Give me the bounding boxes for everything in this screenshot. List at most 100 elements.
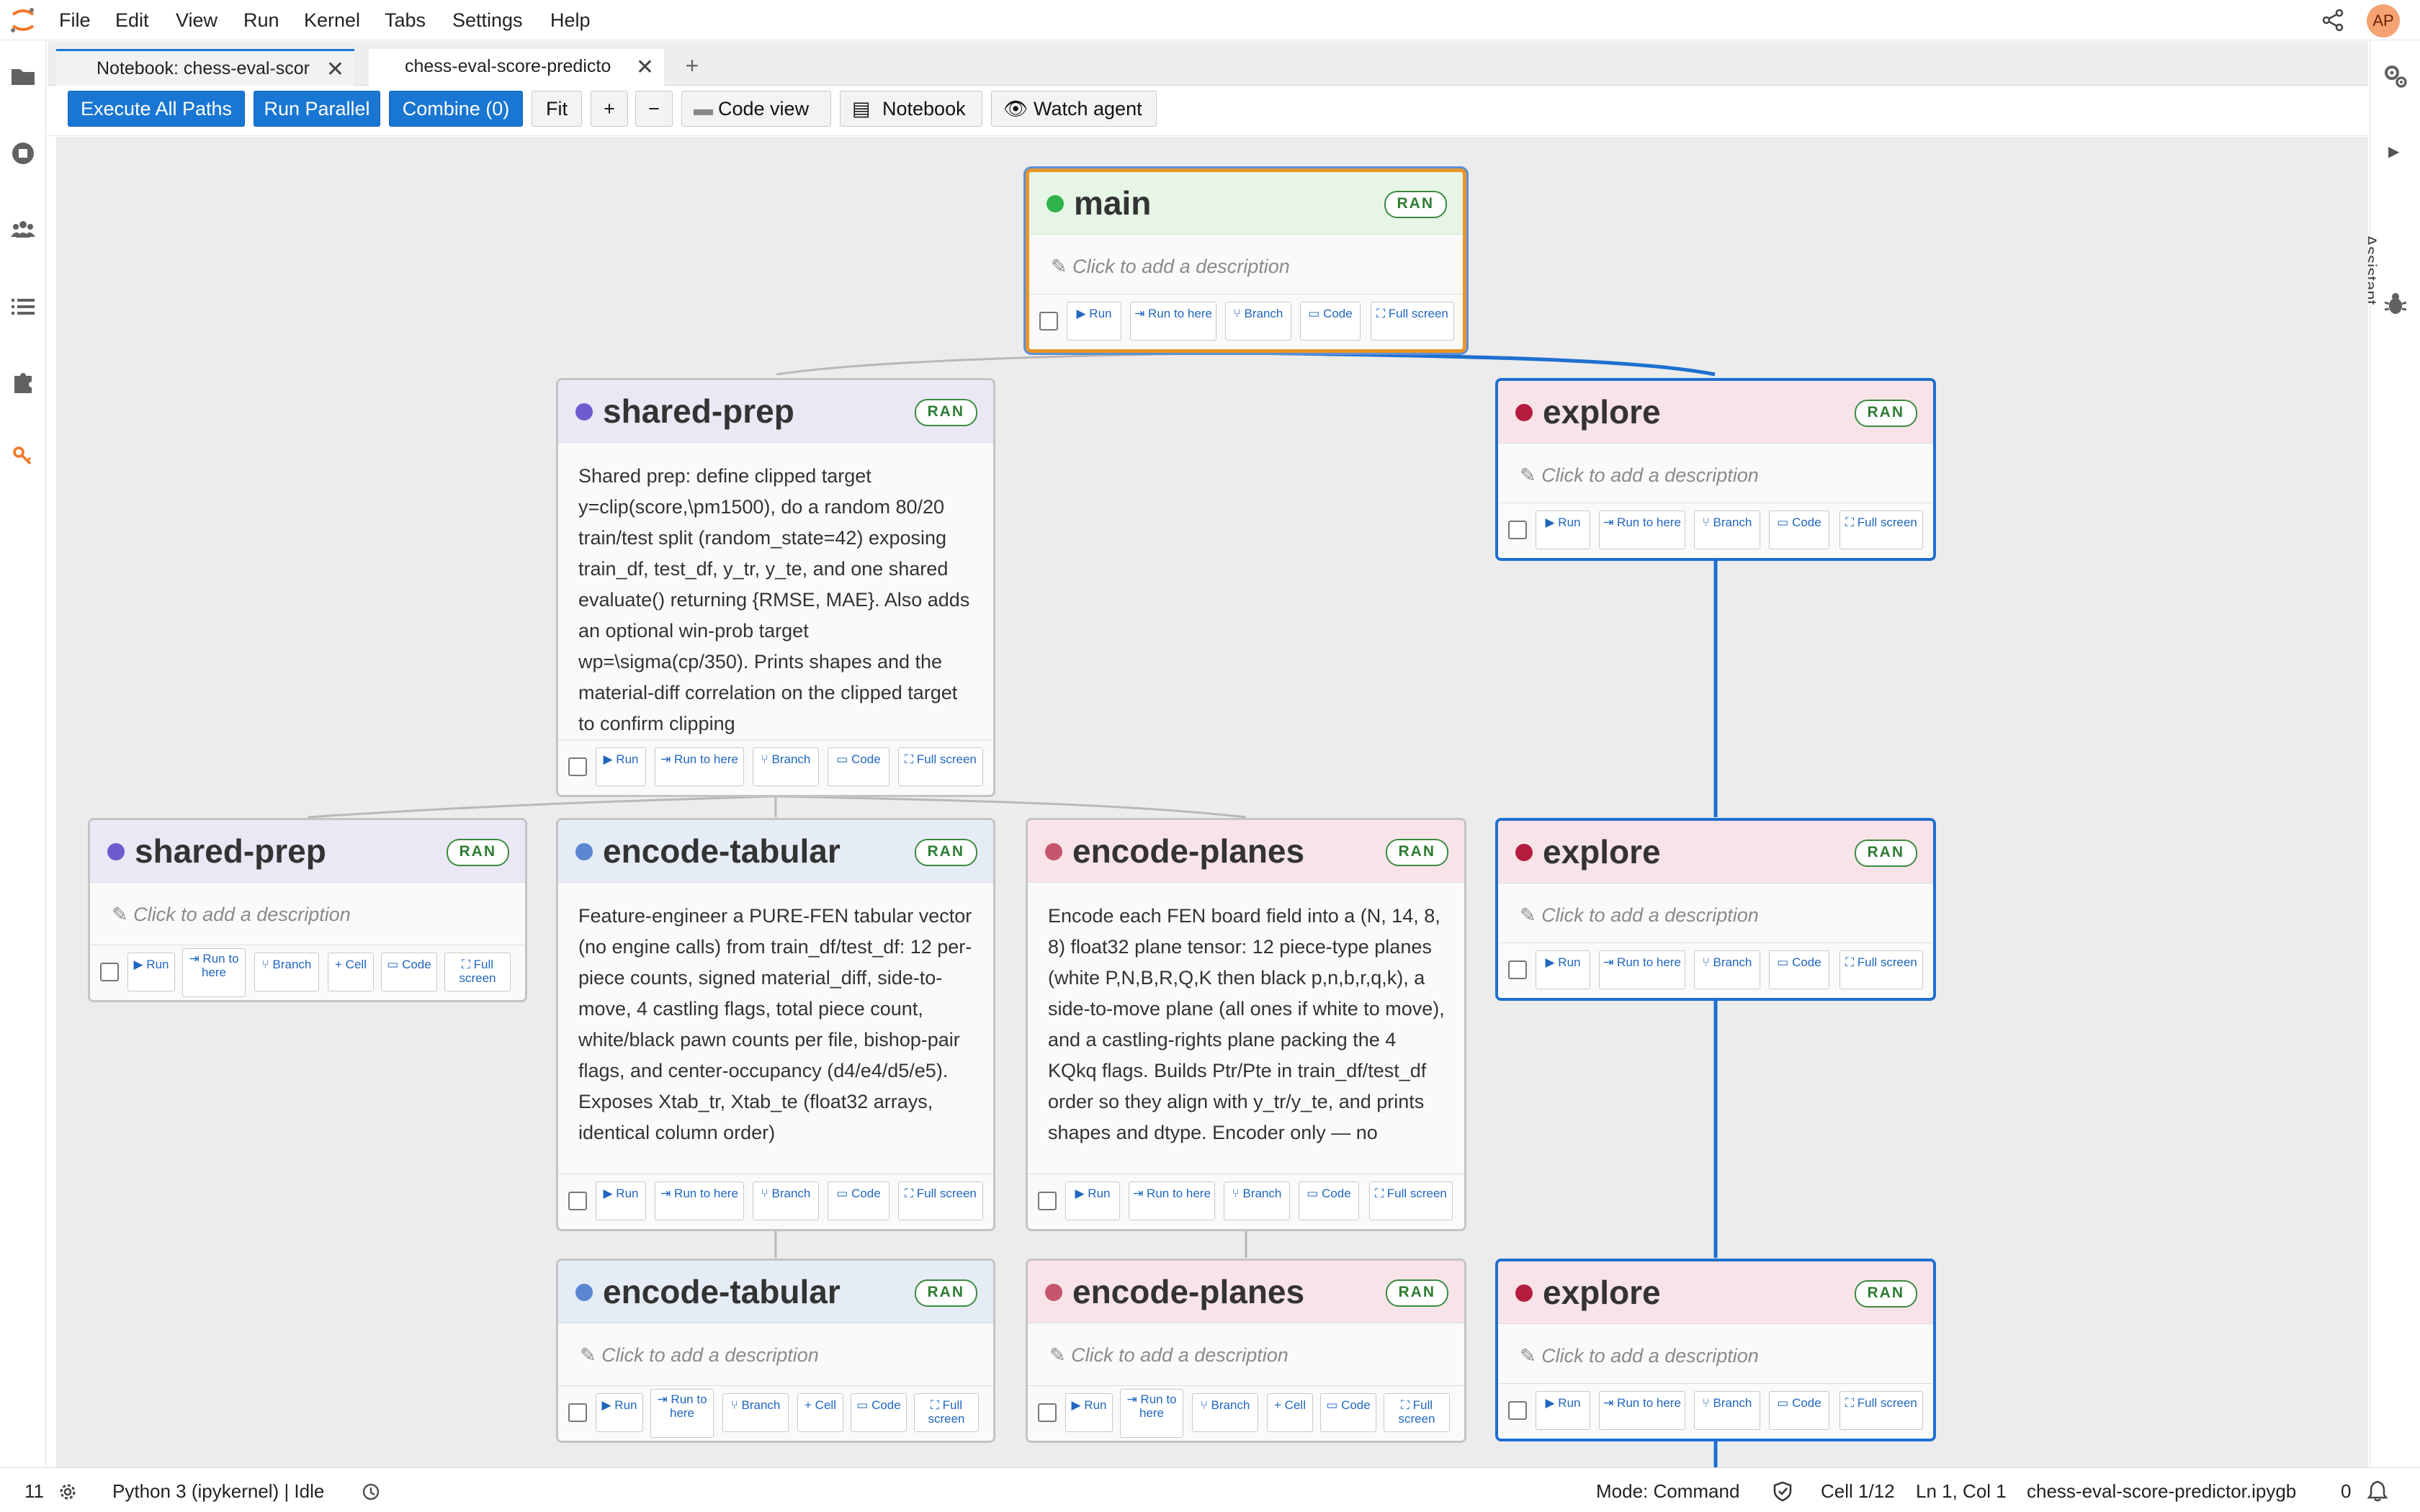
select-checkbox[interactable] xyxy=(1038,1192,1057,1210)
run-button[interactable]: ▶ Run xyxy=(596,1182,646,1220)
code-button[interactable]: ▭ Code xyxy=(828,747,889,786)
close-icon[interactable]: ✕ xyxy=(326,57,344,82)
code-button[interactable]: ▭ Code xyxy=(1769,510,1829,549)
node-shared-prep[interactable]: shared-prep RAN Shared prep: define clip… xyxy=(556,378,995,797)
menu-kernel[interactable]: Kernel xyxy=(304,7,360,33)
full-screen-button[interactable]: ⛶ Full screen xyxy=(914,1393,979,1432)
description-placeholder[interactable]: ✎ Click to add a description xyxy=(580,1344,819,1367)
select-checkbox[interactable] xyxy=(1039,312,1058,330)
run-button[interactable]: ▶ Run xyxy=(127,953,175,991)
status-count[interactable]: 11 xyxy=(24,1480,44,1503)
code-button[interactable]: ▭ Code xyxy=(1300,302,1361,341)
menu-file[interactable]: File xyxy=(59,7,91,33)
cell-indicator[interactable]: Cell 1/12 xyxy=(1821,1480,1895,1503)
node-explore[interactable]: explore RAN ✎ Click to add a description… xyxy=(1495,1259,1936,1441)
node-title[interactable]: explore xyxy=(1543,832,1661,871)
node-title[interactable]: shared-prep xyxy=(135,832,326,870)
new-tab-button[interactable]: + xyxy=(678,52,706,79)
node-title[interactable]: encode-tabular xyxy=(603,832,841,870)
full-screen-button[interactable]: ⛶ Full screen xyxy=(898,1182,983,1220)
kernel-status[interactable]: Python 3 (ipykernel) | Idle xyxy=(112,1480,324,1503)
full-screen-button[interactable]: ⛶ Full screen xyxy=(1371,302,1454,341)
branch-button[interactable]: ⑂ Branch xyxy=(1694,1391,1760,1430)
full-screen-button[interactable]: ⛶ Full screen xyxy=(1369,1182,1453,1220)
node-explore[interactable]: explore RAN ✎ Click to add a description… xyxy=(1495,378,1936,561)
node-shared-prep[interactable]: shared-prep RAN ✎ Click to add a descrip… xyxy=(88,818,527,1002)
assistant-panel-tab[interactable]: ▶ Assistant xyxy=(2360,143,2417,305)
run-button[interactable]: ▶ Run xyxy=(1536,950,1590,989)
notebook-button[interactable]: ▤ Notebook xyxy=(840,91,982,127)
node-encode-tabular[interactable]: encode-tabular RAN ✎ Click to add a desc… xyxy=(556,1259,995,1443)
node-main[interactable]: main RAN ✎ Click to add a description ▶ … xyxy=(1026,168,1466,353)
node-title[interactable]: encode-planes xyxy=(1072,1272,1304,1311)
branch-button[interactable]: ⑂ Branch xyxy=(1225,302,1291,341)
menu-view[interactable]: View xyxy=(176,7,218,33)
branch-button[interactable]: ⑂ Branch xyxy=(753,1182,819,1220)
run-to-here-button[interactable]: ⇥ Run to here xyxy=(1599,950,1685,989)
share-icon[interactable] xyxy=(2321,9,2345,32)
full-screen-button[interactable]: ⛶ Full screen xyxy=(1839,510,1923,549)
run-button[interactable]: ▶ Run xyxy=(1065,1182,1120,1220)
combine-button[interactable]: Combine (0) xyxy=(389,91,523,127)
close-icon[interactable]: ✕ xyxy=(636,55,654,80)
graph-canvas[interactable]: main RAN ✎ Click to add a description ▶ … xyxy=(56,137,2368,1467)
full-screen-button[interactable]: ⛶ Full screen xyxy=(444,953,511,991)
branch-button[interactable]: ⑂ Branch xyxy=(1192,1393,1258,1432)
run-to-here-button[interactable]: ⇥ Run to here xyxy=(1599,1391,1685,1430)
run-parallel-button[interactable]: Run Parallel xyxy=(254,91,380,127)
run-button[interactable]: ▶ Run xyxy=(596,747,646,786)
branch-button[interactable]: ⑂ Branch xyxy=(1224,1182,1290,1220)
description-placeholder[interactable]: ✎ Click to add a description xyxy=(1520,1345,1759,1367)
run-to-here-button[interactable]: ⇥ Run to here xyxy=(1120,1389,1183,1438)
debugger-icon[interactable] xyxy=(2383,291,2408,317)
run-button[interactable]: ▶ Run xyxy=(1536,510,1590,549)
node-title[interactable]: explore xyxy=(1543,392,1661,431)
collaborators-icon[interactable] xyxy=(10,216,36,242)
code-button[interactable]: ▭ Code xyxy=(828,1182,889,1220)
node-encode-planes[interactable]: encode-planes RAN ✎ Click to add a descr… xyxy=(1026,1259,1466,1443)
folder-icon[interactable] xyxy=(10,63,36,89)
bell-icon[interactable] xyxy=(2367,1479,2388,1502)
file-name[interactable]: chess-eval-score-predictor.ipygb xyxy=(2027,1480,2296,1503)
full-screen-button[interactable]: ⛶ Full screen xyxy=(1839,1391,1923,1430)
branch-button[interactable]: ⑂ Branch xyxy=(1694,510,1760,549)
zoom-out-button[interactable]: − xyxy=(635,91,673,127)
select-checkbox[interactable] xyxy=(1508,960,1527,979)
kernel-settings-icon[interactable] xyxy=(58,1482,78,1502)
node-encode-tabular[interactable]: encode-tabular RAN Feature-engineer a PU… xyxy=(556,818,995,1231)
description-placeholder[interactable]: ✎ Click to add a description xyxy=(1520,904,1759,927)
run-to-here-button[interactable]: ⇥ Run to here xyxy=(1130,302,1216,341)
zoom-in-button[interactable]: + xyxy=(591,91,628,127)
run-to-here-button[interactable]: ⇥ Run to here xyxy=(1129,1182,1215,1220)
extensions-icon[interactable] xyxy=(10,369,36,395)
user-avatar[interactable]: AP xyxy=(2367,4,2400,37)
code-button[interactable]: ▭ Code xyxy=(1299,1182,1359,1220)
watch-agent-button[interactable]: 👁 Watch agent xyxy=(991,91,1157,127)
node-explore[interactable]: explore RAN ✎ Click to add a description… xyxy=(1495,818,1936,1001)
code-button[interactable]: ▭ Code xyxy=(851,1393,907,1432)
cursor-position[interactable]: Ln 1, Col 1 xyxy=(1916,1480,2007,1503)
node-title[interactable]: shared-prep xyxy=(603,392,794,431)
run-button[interactable]: ▶ Run xyxy=(1065,1393,1113,1432)
fit-button[interactable]: Fit xyxy=(532,91,582,127)
mode-indicator[interactable]: Mode: Command xyxy=(1596,1480,1739,1503)
full-screen-button[interactable]: ⛶ Full screen xyxy=(898,747,983,786)
node-description[interactable]: Shared prep: define clipped target y=cli… xyxy=(578,461,974,739)
description-placeholder[interactable]: ✎ Click to add a description xyxy=(1049,1344,1289,1367)
run-to-here-button[interactable]: ⇥ Run to here xyxy=(1599,510,1685,549)
description-placeholder[interactable]: ✎ Click to add a description xyxy=(1520,464,1759,487)
table-of-contents-icon[interactable] xyxy=(10,294,36,320)
node-title[interactable]: main xyxy=(1074,184,1151,222)
select-checkbox[interactable] xyxy=(100,963,119,981)
node-description[interactable]: Encode each FEN board field into a (N, 1… xyxy=(1048,901,1446,1148)
tab-notebook[interactable]: Notebook: chess-eval-scor ✕ xyxy=(56,49,354,86)
branch-button[interactable]: ⑂ Branch xyxy=(254,953,319,991)
branch-button[interactable]: ⑂ Branch xyxy=(753,747,819,786)
description-placeholder[interactable]: ✎ Click to add a description xyxy=(112,904,351,926)
run-to-here-button[interactable]: ⇥ Run to here xyxy=(650,1389,714,1438)
add-cell-button[interactable]: + Cell xyxy=(1267,1393,1313,1432)
run-to-here-button[interactable]: ⇥ Run to here xyxy=(182,948,246,997)
code-button[interactable]: ▭ Code xyxy=(381,953,437,991)
node-encode-planes[interactable]: encode-planes RAN Encode each FEN board … xyxy=(1026,818,1466,1231)
property-inspector-icon[interactable] xyxy=(2381,62,2410,91)
